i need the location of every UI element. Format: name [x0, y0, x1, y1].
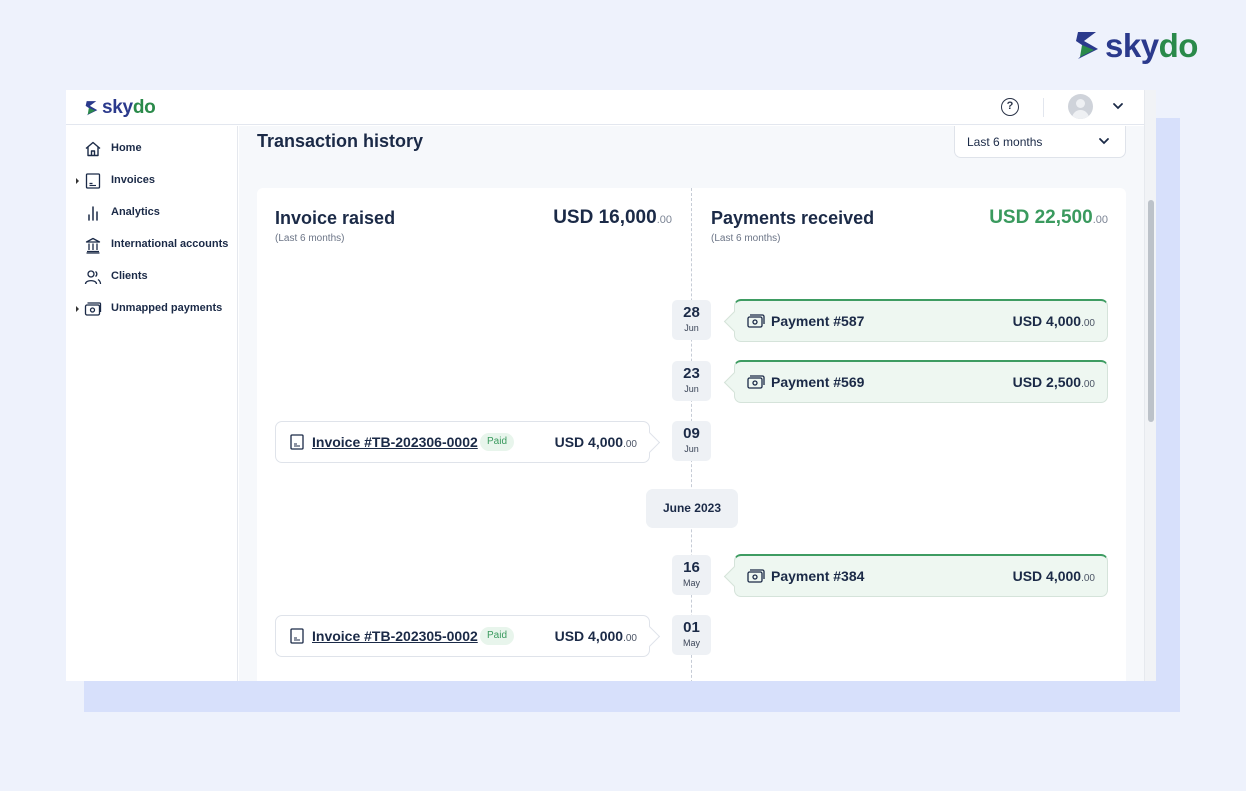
chevron-down-icon[interactable] [1111, 99, 1125, 113]
payment-item[interactable]: Payment #384 USD 4,000.00 [734, 554, 1108, 597]
payments-received-subtitle: (Last 6 months) [711, 233, 781, 244]
skydo-mark-icon [85, 101, 98, 116]
month-separator: June 2023 [646, 489, 738, 528]
cash-icon [747, 569, 765, 583]
chevron-down-icon [1099, 138, 1109, 145]
invoice-icon [85, 173, 101, 189]
invoice-link[interactable]: Invoice #TB-202306-0002 [312, 434, 478, 450]
status-badge: Paid [480, 627, 515, 645]
payment-item[interactable]: Payment #587 USD 4,000.00 [734, 299, 1108, 342]
sidebar-item-label: Home [111, 142, 142, 154]
home-icon [85, 141, 101, 157]
payment-name: Payment #569 [771, 374, 865, 390]
scrollbar-thumb[interactable] [1148, 200, 1154, 422]
brand-logo: skydo [1074, 28, 1198, 62]
invoice-raised-amount: USD 16,000.00 [553, 207, 672, 228]
sidebar-item-invoices[interactable]: Invoices [66, 169, 238, 193]
sidebar-item-label: Analytics [111, 206, 160, 218]
cash-icon [84, 302, 102, 316]
sidebar-item-unmapped-payments[interactable]: Unmapped payments [66, 297, 238, 321]
bank-icon [85, 237, 101, 254]
payment-item[interactable]: Payment #569 USD 2,500.00 [734, 360, 1108, 403]
brand-name: skydo [1105, 26, 1198, 64]
bar-chart-icon [88, 206, 98, 221]
payment-name: Payment #587 [771, 313, 865, 329]
date-chip: 09 Jun [672, 421, 711, 461]
expand-caret-icon[interactable] [76, 178, 79, 184]
payment-amount: USD 2,500.00 [1012, 374, 1095, 390]
invoice-icon [290, 628, 304, 644]
cash-icon [747, 375, 765, 389]
period-select-value: Last 6 months [967, 135, 1043, 149]
sidebar: Home Invoices Analytics International ac… [66, 126, 238, 681]
invoice-amount: USD 4,000.00 [554, 628, 637, 644]
avatar-head [1076, 99, 1085, 108]
app-logo[interactable]: skydo [84, 97, 156, 119]
sidebar-item-clients[interactable]: Clients [66, 265, 238, 289]
invoice-item: Invoice #TB-202306-0002 Paid USD 4,000.0… [275, 421, 650, 463]
sidebar-item-home[interactable]: Home [66, 137, 238, 161]
payment-amount: USD 4,000.00 [1012, 568, 1095, 584]
help-icon[interactable]: ? [1001, 98, 1019, 116]
invoice-link[interactable]: Invoice #TB-202305-0002 [312, 628, 478, 644]
payment-name: Payment #384 [771, 568, 865, 584]
transaction-timeline-card: Invoice raised (Last 6 months) USD 16,00… [257, 188, 1126, 681]
status-badge: Paid [480, 433, 515, 451]
header-divider [1043, 98, 1044, 117]
page-title: Transaction history [257, 131, 424, 151]
invoice-item: Invoice #TB-202305-0002 Paid USD 4,000.0… [275, 615, 650, 657]
invoice-raised-subtitle: (Last 6 months) [275, 233, 345, 244]
payment-amount: USD 4,000.00 [1012, 313, 1095, 329]
payments-received-amount: USD 22,500.00 [989, 207, 1108, 228]
payments-received-title: Payments received [711, 208, 875, 228]
expand-caret-icon[interactable] [76, 306, 79, 312]
app-logo-text: skydo [102, 97, 156, 118]
sidebar-item-label: Clients [111, 270, 148, 282]
avatar-body [1072, 110, 1089, 119]
top-header: skydo ? [66, 90, 1144, 125]
users-icon [84, 270, 102, 285]
date-chip: 23 Jun [672, 361, 711, 401]
skydo-mark-icon [1076, 32, 1098, 59]
cash-icon [747, 314, 765, 328]
period-select[interactable]: Last 6 months [954, 126, 1126, 158]
user-avatar[interactable] [1068, 94, 1093, 119]
vertical-scrollbar[interactable] [1144, 90, 1156, 681]
invoice-raised-title: Invoice raised [275, 208, 396, 228]
date-chip: 01 May [672, 615, 711, 655]
invoice-icon [290, 434, 304, 450]
app-window: skydo ? Home Invoices Analytics Internat… [66, 90, 1156, 681]
date-chip: 28 Jun [672, 300, 711, 340]
sidebar-item-label: Invoices [111, 174, 156, 186]
sidebar-item-analytics[interactable]: Analytics [66, 201, 238, 225]
invoice-amount: USD 4,000.00 [554, 434, 637, 450]
date-chip: 16 May [672, 555, 711, 595]
sidebar-item-international-accounts[interactable]: International accounts [66, 233, 238, 257]
sidebar-item-label: Unmapped payments [111, 302, 223, 314]
main-content: Transaction history Last 6 months Invoic… [239, 126, 1144, 681]
sidebar-item-label: International accounts [111, 238, 229, 250]
